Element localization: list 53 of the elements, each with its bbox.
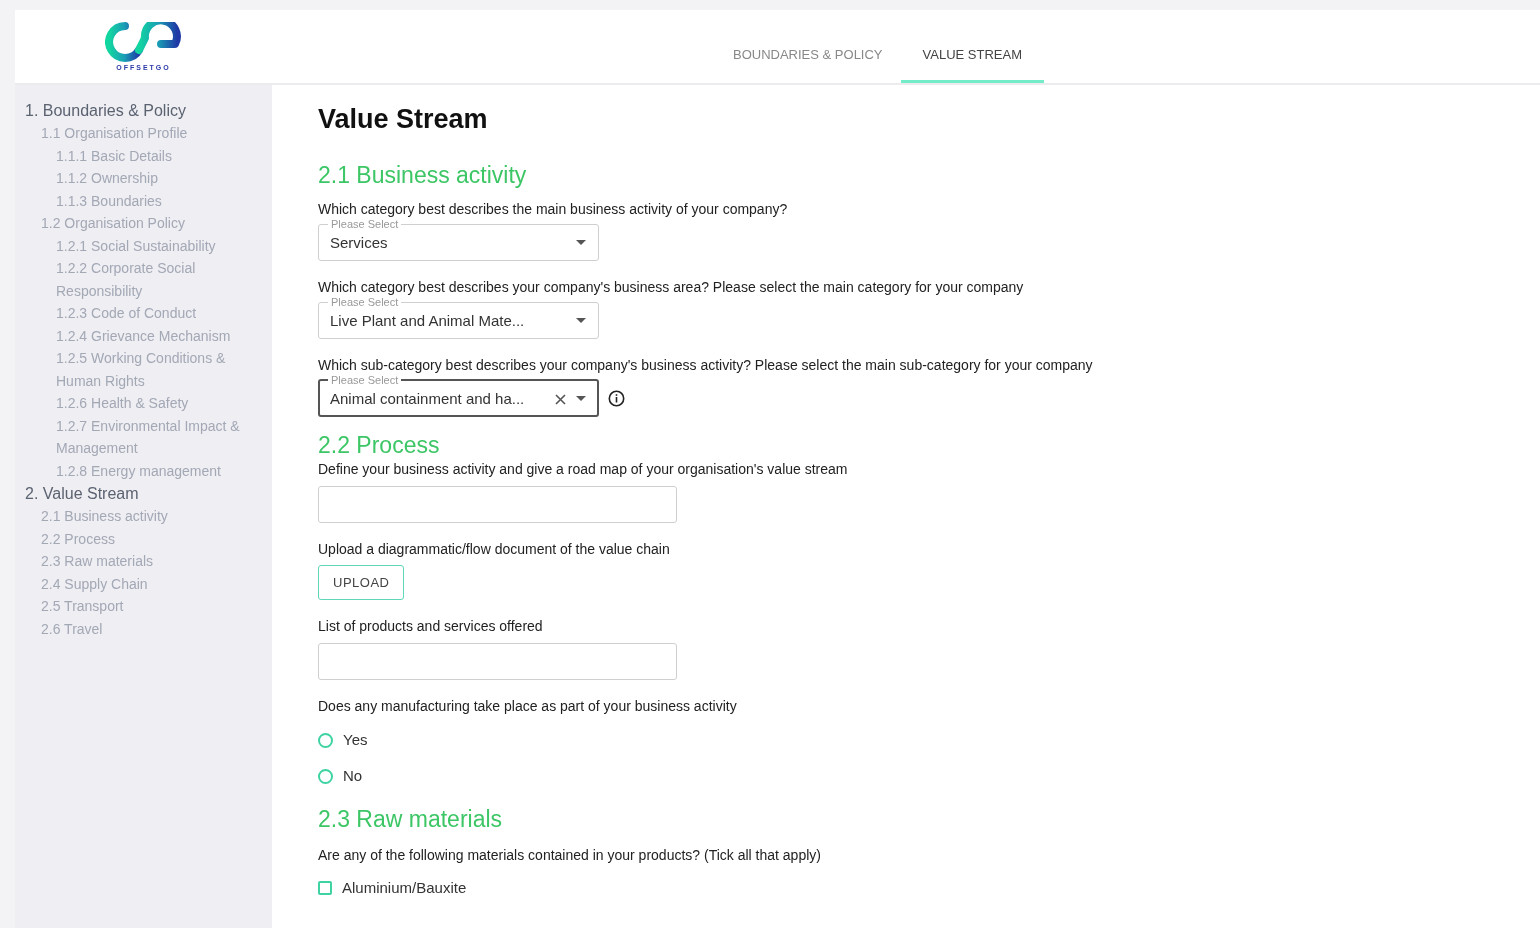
- info-icon[interactable]: [608, 390, 625, 407]
- sidebar-item[interactable]: 1.2.4 Grievance Mechanism: [25, 324, 256, 347]
- sidebar-item[interactable]: 1.2.5 Working Conditions & Human Rights: [25, 347, 256, 392]
- option-label: No: [343, 765, 363, 786]
- sidebar-item[interactable]: 2.4 Supply Chain: [25, 572, 256, 595]
- checkbox[interactable]: [318, 881, 332, 896]
- sidebar-item[interactable]: 1.1 Organisation Profile: [25, 122, 256, 145]
- clear-icon[interactable]: [555, 393, 566, 405]
- sidebar-item[interactable]: 1.2 Organisation Policy: [25, 212, 256, 235]
- caret-icon: [576, 396, 586, 402]
- option-label: Aluminium/Bauxite: [342, 878, 467, 898]
- sidebar-item[interactable]: 1.1.3 Boundaries: [25, 189, 256, 212]
- sidebar-item[interactable]: 1.2.6 Health & Safety: [25, 392, 256, 415]
- page-title: Value Stream: [318, 103, 489, 135]
- sidebar-item[interactable]: 2.1 Business activity: [25, 505, 256, 528]
- caret-icon: [576, 318, 586, 324]
- question-label: Are any of the following materials contained in your products? (Tick all that apply): [318, 847, 822, 864]
- sidebar-item[interactable]: 1.2.1 Social Sustainability: [25, 234, 256, 257]
- radio-button[interactable]: [318, 732, 333, 748]
- logo-icon: [104, 22, 183, 62]
- text-input-field[interactable]: [318, 486, 677, 523]
- caret-icon: [576, 240, 586, 246]
- section-heading: 2.3 Raw materials: [318, 805, 504, 833]
- sidebar-item[interactable]: 1. Boundaries & Policy: [25, 99, 256, 122]
- dropdown-field[interactable]: Please Select Services: [318, 218, 599, 261]
- text-input-field[interactable]: [318, 643, 677, 680]
- question-label: Which category best describes your company's business area? Please select the main category for your company: [318, 279, 1025, 296]
- question-label: Does any manufacturing take place as part of your business activity: [318, 698, 738, 715]
- sidebar-item[interactable]: 1.1.1 Basic Details: [25, 144, 256, 167]
- sidebar-item[interactable]: 2.5 Transport: [25, 595, 256, 618]
- radio-button[interactable]: [318, 768, 333, 784]
- question-label: Which sub-category best describes your company's business activity? Please select the main sub-category for your company: [318, 357, 1094, 374]
- nav-tab[interactable]: BOUNDARIES & POLICY: [715, 26, 901, 83]
- sidebar-item[interactable]: 1.2.7 Environmental Impact & Management: [25, 414, 256, 460]
- section-heading: 2.1 Business activity: [318, 161, 528, 189]
- question-label: List of products and services offered: [318, 618, 544, 635]
- sidebar-item[interactable]: 2.6 Travel: [25, 617, 256, 640]
- upload-button[interactable]: UPLOAD: [318, 565, 405, 600]
- sidebar-item[interactable]: 2.2 Process: [25, 527, 256, 550]
- question-label: Which category best describes the main business activity of your company?: [318, 201, 789, 218]
- sidebar-item[interactable]: 2.3 Raw materials: [25, 550, 256, 573]
- section-heading: 2.2 Process: [318, 431, 441, 459]
- sidebar-item[interactable]: 1.1.2 Ownership: [25, 167, 256, 190]
- question-label: Upload a diagrammatic/flow document of the value chain: [318, 541, 671, 558]
- nav-tab[interactable]: VALUE STREAM: [900, 26, 1044, 83]
- dropdown-field[interactable]: Please Select Animal containment and ha...: [318, 374, 599, 417]
- sidebar-item[interactable]: 1.2.2 Corporate Social Responsibility: [25, 257, 256, 302]
- sidebar-item[interactable]: 2. Value Stream: [25, 482, 256, 505]
- sidebar-item[interactable]: 1.2.3 Code of Conduct: [25, 302, 256, 325]
- dropdown-field[interactable]: Please Select Live Plant and Animal Mate...: [318, 296, 599, 339]
- sidebar-item[interactable]: 1.2.8 Energy management: [25, 459, 256, 482]
- option-label: Yes: [343, 729, 368, 750]
- question-label: Define your business activity and give a road map of your organisation's value stream: [318, 461, 849, 478]
